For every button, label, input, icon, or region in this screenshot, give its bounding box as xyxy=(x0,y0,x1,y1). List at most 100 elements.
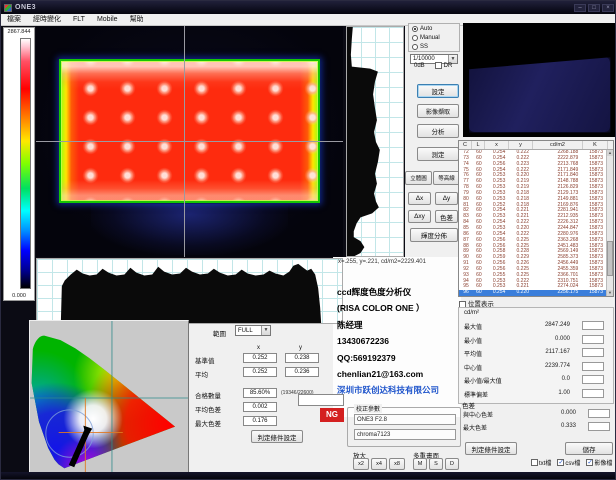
stat-value: 0.000 xyxy=(555,336,570,342)
file-check-label: txt檔 xyxy=(539,458,551,467)
maximize-button[interactable]: □ xyxy=(588,4,600,12)
reference-x-field[interactable]: 0.252 xyxy=(243,353,277,363)
scroll-up-icon[interactable]: ▲ xyxy=(607,150,613,156)
solid-view-button[interactable]: 立體圖 xyxy=(405,171,432,185)
settings-button[interactable]: 設定 xyxy=(417,84,459,98)
zoom-x8-button[interactable]: x8 xyxy=(389,458,405,470)
threshold-box[interactable] xyxy=(588,409,610,418)
capture-button[interactable]: 影像擷取 xyxy=(417,104,459,118)
scrollbar-thumb[interactable] xyxy=(607,241,613,276)
scroll-down-icon[interactable]: ▼ xyxy=(607,290,613,296)
table-scrollbar[interactable]: ▲ ▼ xyxy=(606,150,613,296)
file-check-csv檔[interactable]: ✓csv檔 xyxy=(557,458,580,467)
file-check-txt檔[interactable]: txt檔 xyxy=(531,458,551,467)
camera-preview-panel xyxy=(469,57,610,132)
radio-row-SS[interactable]: SS xyxy=(409,42,459,51)
average-y-field[interactable]: 0.236 xyxy=(285,367,319,377)
table-body: 72600.2540.2222268.1881587373600.2540.22… xyxy=(459,150,606,296)
multiview-S-button[interactable]: S xyxy=(429,458,443,470)
info-line: chenlian21@163.com xyxy=(337,366,465,382)
reference-y-field[interactable]: 0.238 xyxy=(285,353,319,363)
range-dropdown[interactable]: FULL▼ xyxy=(235,325,271,336)
colorbar-max-value: 2867.844 xyxy=(4,29,34,35)
pass-count-label: 合格數量 xyxy=(195,390,221,400)
heatmap-crosshair-horizontal[interactable] xyxy=(36,141,343,142)
stat-row-0: 最大值2847.249 xyxy=(464,320,608,332)
threshold-box[interactable] xyxy=(582,348,604,357)
average-x-field[interactable]: 0.252 xyxy=(243,367,277,377)
file-format-checks: txt檔 ✓csv檔 ✓影像檔 xyxy=(531,458,612,467)
threshold-box[interactable] xyxy=(588,422,610,431)
file-check-影像檔[interactable]: ✓影像檔 xyxy=(586,458,612,467)
table-header-C: C xyxy=(459,141,472,149)
info-line: 陈经理 xyxy=(337,317,465,333)
threshold-box[interactable] xyxy=(582,335,604,344)
dr-checkbox[interactable] xyxy=(435,62,442,69)
close-button[interactable]: × xyxy=(602,4,614,12)
threshold-box[interactable] xyxy=(582,321,604,330)
ng-status-badge: NG xyxy=(320,408,344,422)
save-button[interactable]: 儲存 xyxy=(565,442,613,455)
cie-diagram-svg xyxy=(30,321,188,472)
multiview-M-button[interactable]: M xyxy=(413,458,427,470)
info-line: ccd辉度色度分析仪 xyxy=(337,284,465,300)
menu-item-FLT[interactable]: FLT xyxy=(67,14,91,26)
calibration-chroma-field[interactable]: chroma7123 xyxy=(354,429,456,440)
judge-condition-button[interactable]: 判定條件設定 xyxy=(251,430,303,443)
stat-label: 最小值 xyxy=(464,336,482,345)
colordiff-button[interactable]: 色差 xyxy=(435,210,458,223)
stat-label: 標準偏差 xyxy=(464,390,488,399)
radio-auto[interactable] xyxy=(412,26,418,32)
minimize-button[interactable]: – xyxy=(574,4,586,12)
horizontal-profile-shape xyxy=(37,259,342,323)
horizontal-profile-chart xyxy=(36,258,343,324)
table-row[interactable]: 96600.2540.2202256.17515873 xyxy=(459,290,606,296)
luminance-dist-button[interactable]: 輝度分佈 xyxy=(410,228,458,242)
stat-value: 2117.167 xyxy=(545,349,570,355)
radio-row-Auto[interactable]: Auto xyxy=(409,24,459,33)
menu-item-經時變化[interactable]: 經時變化 xyxy=(27,14,67,26)
threshold-box[interactable] xyxy=(582,389,604,398)
zoom-x4-button[interactable]: x4 xyxy=(371,458,387,470)
threshold-box[interactable] xyxy=(582,362,604,371)
chevron-down-icon[interactable]: ▼ xyxy=(261,326,270,335)
dr-checkbox-row[interactable]: DR xyxy=(435,62,452,69)
checkbox-影像檔[interactable]: ✓ xyxy=(586,459,593,466)
menu-item-幫助[interactable]: 幫助 xyxy=(124,14,150,26)
app-icon xyxy=(4,4,12,12)
stat-row-1: 最小值 0.000 xyxy=(464,334,608,346)
pass-count-field: 85.60% xyxy=(243,388,277,398)
radio-ss[interactable] xyxy=(412,44,418,50)
menu-item-Mobile[interactable]: Mobile xyxy=(91,14,124,26)
info-line: (RISA COLOR ONE ） xyxy=(337,300,465,316)
avg-colordiff-field: 0.002 xyxy=(243,402,277,412)
zoom-x2-button[interactable]: x2 xyxy=(353,458,369,470)
threshold-box[interactable] xyxy=(582,375,604,384)
colordiff-label: 最大色差 xyxy=(463,423,487,432)
vertical-profile-shape xyxy=(347,27,403,256)
delta-x-button[interactable]: Δx xyxy=(408,192,431,205)
analyze-button[interactable]: 分析 xyxy=(417,124,459,138)
window-title: ONE3 xyxy=(15,4,36,11)
checkbox-txt檔[interactable] xyxy=(531,459,538,466)
cie-chromaticity-diagram[interactable] xyxy=(29,320,189,473)
table-header-y: y xyxy=(509,141,533,149)
contour-button[interactable]: 等高線 xyxy=(433,171,460,185)
menu-item-檔案[interactable]: 檔案 xyxy=(1,14,27,26)
multiview-D-button[interactable]: D xyxy=(445,458,459,470)
delta-xy-button[interactable]: Δxy xyxy=(408,210,431,223)
measure-button[interactable]: 測定 xyxy=(417,147,459,161)
luminance-heatmap[interactable] xyxy=(36,26,343,257)
delta-y-button[interactable]: Δy xyxy=(435,192,458,205)
colorbar-panel: 2867.844 0.000 xyxy=(3,27,35,301)
table-header-cd/m2: cd/m2 xyxy=(533,141,583,149)
stat-value: 2847.249 xyxy=(545,322,570,328)
radio-manual[interactable] xyxy=(412,35,418,41)
radio-row-Manual[interactable]: Manual xyxy=(409,33,459,42)
exposure-mode-group: AutoManualSS xyxy=(408,23,460,52)
radio-label-Auto: Auto xyxy=(420,26,432,32)
calibration-lens-field[interactable]: ONE3 F2.8 xyxy=(354,414,456,425)
judge-condition-button-2[interactable]: 判定條件設定 xyxy=(465,442,517,455)
colordiff-label: 與中心色差 xyxy=(463,410,493,419)
checkbox-csv檔[interactable]: ✓ xyxy=(557,459,564,466)
